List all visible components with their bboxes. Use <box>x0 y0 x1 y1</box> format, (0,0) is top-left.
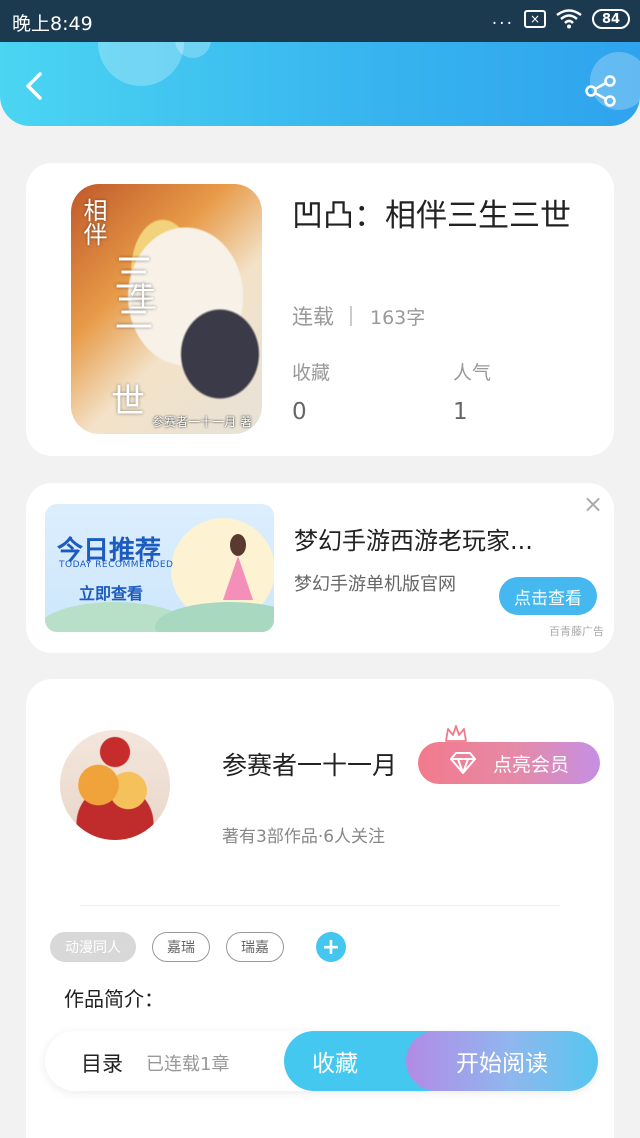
back-icon[interactable] <box>18 68 54 104</box>
ad-image-hill <box>155 602 274 632</box>
book-cover[interactable]: 相伴 三三 生 世 参赛者一十一月 著 <box>71 184 262 434</box>
header-bubble <box>98 42 184 86</box>
toc-button[interactable]: 目录 <box>81 1048 123 1078</box>
ad-image-figure <box>223 556 253 600</box>
book-title: 凹凸：相伴三生三世 <box>292 198 571 234</box>
meta-divider <box>350 306 352 326</box>
cover-text: 世 <box>111 382 145 422</box>
cover-text: 相伴 <box>79 198 107 246</box>
vip-button-label: 点亮会员 <box>492 753 569 776</box>
divider <box>80 905 560 906</box>
ad-card[interactable]: 今日推荐 TODAY RECOMMENDED 立即查看 梦幻手游西游老玩家...… <box>26 483 614 653</box>
author-stats: 著有3部作品·6人关注 <box>222 827 386 847</box>
ad-image-figure <box>230 534 246 556</box>
no-sim-icon: × <box>524 10 546 28</box>
wifi-icon <box>556 9 582 29</box>
book-word-count: 163字 <box>370 306 426 329</box>
book-meta: 连载 163字 <box>292 301 425 331</box>
ad-source-label: 百青藤广告 <box>549 625 604 638</box>
author-name[interactable]: 参赛者一十一月 <box>222 746 397 782</box>
status-time: 晚上8:49 <box>12 13 93 35</box>
tag-list: 动漫同人 嘉瑞 瑞嘉 + <box>50 932 346 962</box>
book-info-card: 相伴 三三 生 世 参赛者一十一月 著 凹凸：相伴三生三世 连载 163字 收藏… <box>26 163 614 456</box>
book-status: 连载 <box>292 305 334 329</box>
diamond-icon <box>449 752 476 774</box>
popularity-stat: 人气 1 <box>453 358 491 425</box>
tag-item[interactable]: 动漫同人 <box>50 932 136 962</box>
ad-image-cta: 立即查看 <box>79 584 144 603</box>
share-icon[interactable] <box>584 74 618 108</box>
ad-close-icon[interactable]: × <box>582 492 604 516</box>
status-bar: 晚上8:49 ... × 84 <box>0 0 640 42</box>
battery-icon: 84 <box>592 9 630 29</box>
favorites-label: 收藏 <box>292 362 331 384</box>
header <box>0 42 640 126</box>
popularity-label: 人气 <box>453 362 492 384</box>
vip-button[interactable]: 点亮会员 <box>418 742 600 784</box>
favorites-value: 0 <box>292 399 307 425</box>
tag-item[interactable]: 瑞嘉 <box>226 932 284 962</box>
chapter-progress: 已连载1章 <box>146 1054 230 1075</box>
ad-image[interactable]: 今日推荐 TODAY RECOMMENDED 立即查看 <box>45 504 274 632</box>
ad-title[interactable]: 梦幻手游西游老玩家... <box>294 521 562 556</box>
status-icons: ... × 84 <box>492 9 630 29</box>
tag-item[interactable]: 嘉瑞 <box>152 932 210 962</box>
cover-text: 生 <box>129 281 158 314</box>
book-detail-page: 晚上8:49 ... × 84 相伴 三三 生 世 参赛者一十一月 著 凹凸：相… <box>0 0 640 1138</box>
add-tag-button[interactable]: + <box>316 932 346 962</box>
start-reading-button[interactable]: 开始阅读 <box>406 1031 598 1091</box>
favorites-stat: 收藏 0 <box>292 358 330 425</box>
signal-dots-icon: ... <box>491 9 514 29</box>
ad-description: 梦幻手游单机版官网 <box>294 574 456 595</box>
author-avatar[interactable] <box>60 730 170 840</box>
bottom-action-bar: 目录 已连载1章 收藏 开始阅读 <box>45 1031 598 1091</box>
ad-view-button[interactable]: 点击查看 <box>499 577 597 615</box>
ad-image-subtitle: TODAY RECOMMENDED <box>59 560 174 570</box>
popularity-value: 1 <box>453 399 468 425</box>
intro-label: 作品简介： <box>64 987 164 1011</box>
crown-icon <box>445 725 467 742</box>
cover-author: 参赛者一十一月 著 <box>152 415 252 429</box>
